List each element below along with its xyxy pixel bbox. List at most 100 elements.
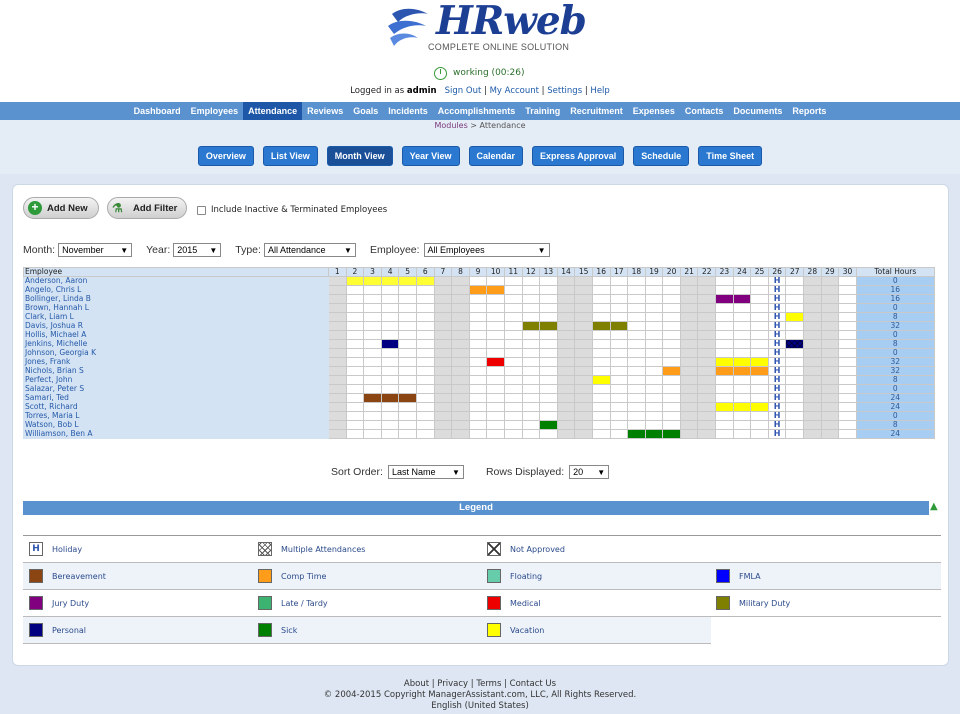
day-cell[interactable] — [786, 385, 804, 394]
day-cell[interactable] — [557, 331, 575, 340]
day-cell[interactable] — [522, 331, 540, 340]
employee-name-link[interactable]: Bollinger, Linda B — [24, 295, 329, 304]
holiday-cell[interactable]: H — [768, 277, 786, 286]
attendance-cell-vacation[interactable] — [751, 358, 769, 367]
employee-name-link[interactable]: Salazar, Peter S — [24, 385, 329, 394]
day-cell[interactable] — [804, 385, 822, 394]
holiday-cell[interactable]: H — [768, 403, 786, 412]
day-cell[interactable] — [716, 376, 734, 385]
day-cell[interactable] — [399, 367, 417, 376]
day-cell[interactable] — [610, 304, 628, 313]
day-cell[interactable] — [487, 430, 505, 439]
day-cell[interactable] — [329, 367, 347, 376]
day-cell[interactable] — [329, 277, 347, 286]
attendance-cell-military[interactable] — [610, 322, 628, 331]
day-cell[interactable] — [821, 421, 839, 430]
day-cell[interactable] — [575, 430, 593, 439]
day-cell[interactable] — [329, 430, 347, 439]
day-cell[interactable] — [645, 313, 663, 322]
day-cell[interactable] — [540, 340, 558, 349]
employee-name-link[interactable]: Scott, Richard — [24, 403, 329, 412]
day-cell[interactable] — [504, 277, 522, 286]
day-cell[interactable] — [452, 403, 470, 412]
employee-name-link[interactable]: Watson, Bob L — [24, 421, 329, 430]
day-cell[interactable] — [575, 394, 593, 403]
day-cell[interactable] — [716, 313, 734, 322]
nav-documents[interactable]: Documents — [728, 102, 787, 120]
day-cell[interactable] — [540, 313, 558, 322]
day-cell[interactable] — [522, 421, 540, 430]
day-cell[interactable] — [751, 295, 769, 304]
day-cell[interactable] — [786, 376, 804, 385]
day-cell[interactable] — [698, 304, 716, 313]
day-cell[interactable] — [364, 295, 382, 304]
day-cell[interactable] — [381, 358, 399, 367]
day-cell[interactable] — [364, 403, 382, 412]
day-cell[interactable] — [804, 376, 822, 385]
day-cell[interactable] — [434, 331, 452, 340]
day-cell[interactable] — [575, 304, 593, 313]
nav-training[interactable]: Training — [520, 102, 565, 120]
day-cell[interactable] — [628, 421, 646, 430]
day-cell[interactable] — [364, 376, 382, 385]
day-cell[interactable] — [663, 322, 681, 331]
day-cell[interactable] — [804, 412, 822, 421]
day-cell[interactable] — [469, 340, 487, 349]
day-cell[interactable] — [364, 304, 382, 313]
day-cell[interactable] — [663, 349, 681, 358]
day-cell[interactable] — [329, 331, 347, 340]
day-cell[interactable] — [628, 322, 646, 331]
day-cell[interactable] — [469, 304, 487, 313]
day-cell[interactable] — [663, 394, 681, 403]
day-cell[interactable] — [416, 340, 434, 349]
day-cell[interactable] — [663, 331, 681, 340]
day-cell[interactable] — [329, 295, 347, 304]
day-cell[interactable] — [680, 394, 698, 403]
day-cell[interactable] — [645, 403, 663, 412]
attendance-cell-multi[interactable] — [364, 277, 382, 286]
day-cell[interactable] — [469, 331, 487, 340]
nav-goals[interactable]: Goals — [348, 102, 383, 120]
day-cell[interactable] — [592, 403, 610, 412]
day-cell[interactable] — [716, 421, 734, 430]
tab-month-view[interactable]: Month View — [327, 146, 393, 166]
day-cell[interactable] — [399, 286, 417, 295]
day-cell[interactable] — [698, 394, 716, 403]
day-cell[interactable] — [346, 376, 364, 385]
attendance-cell-multi[interactable] — [399, 277, 417, 286]
day-cell[interactable] — [680, 331, 698, 340]
day-cell[interactable] — [416, 331, 434, 340]
day-cell[interactable] — [399, 313, 417, 322]
day-cell[interactable] — [645, 295, 663, 304]
day-cell[interactable] — [645, 376, 663, 385]
day-cell[interactable] — [557, 358, 575, 367]
day-cell[interactable] — [469, 295, 487, 304]
day-cell[interactable] — [575, 340, 593, 349]
day-cell[interactable] — [452, 331, 470, 340]
day-cell[interactable] — [628, 304, 646, 313]
day-cell[interactable] — [680, 412, 698, 421]
day-cell[interactable] — [522, 277, 540, 286]
day-cell[interactable] — [680, 277, 698, 286]
day-cell[interactable] — [663, 340, 681, 349]
day-cell[interactable] — [522, 376, 540, 385]
day-cell[interactable] — [610, 331, 628, 340]
day-cell[interactable] — [469, 394, 487, 403]
day-cell[interactable] — [804, 340, 822, 349]
collapse-up-icon[interactable]: ▲ — [930, 501, 938, 512]
day-cell[interactable] — [540, 430, 558, 439]
day-cell[interactable] — [522, 394, 540, 403]
day-cell[interactable] — [504, 286, 522, 295]
day-cell[interactable] — [364, 313, 382, 322]
day-cell[interactable] — [452, 304, 470, 313]
attendance-cell-military[interactable] — [540, 322, 558, 331]
day-cell[interactable] — [733, 331, 751, 340]
day-cell[interactable] — [821, 358, 839, 367]
day-cell[interactable] — [786, 403, 804, 412]
day-cell[interactable] — [452, 421, 470, 430]
attendance-cell-vacation[interactable] — [733, 403, 751, 412]
employee-name-link[interactable]: Angelo, Chris L — [24, 286, 329, 295]
day-cell[interactable] — [716, 412, 734, 421]
day-cell[interactable] — [610, 349, 628, 358]
holiday-cell[interactable]: H — [768, 340, 786, 349]
